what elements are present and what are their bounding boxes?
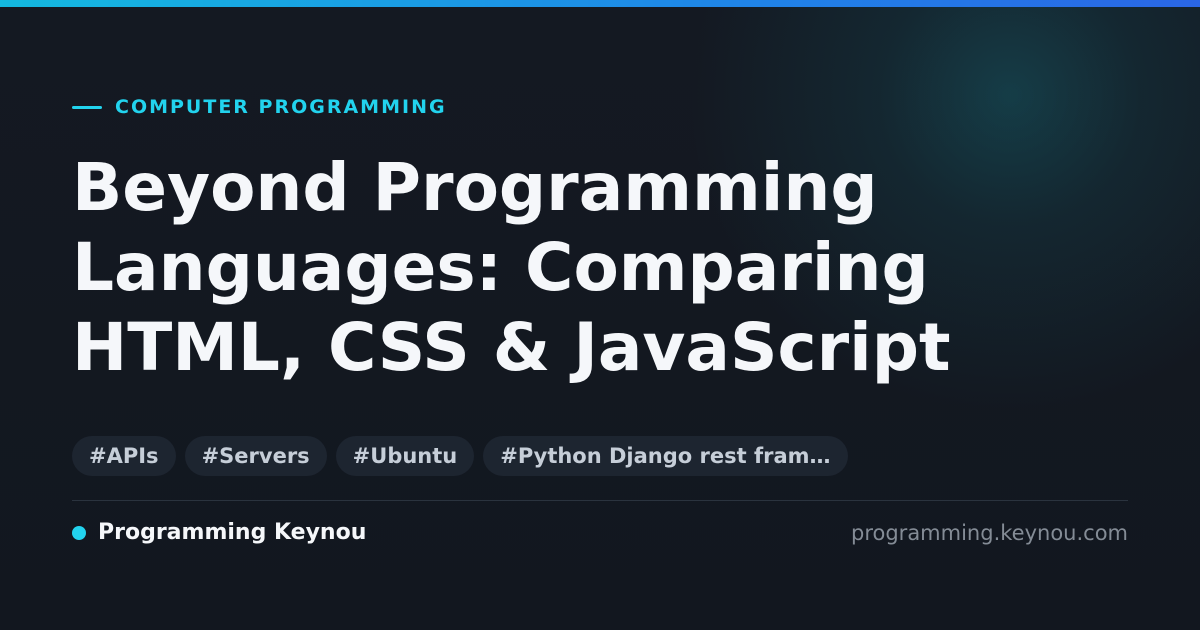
- footer-divider: [72, 500, 1128, 501]
- tag-python-django: #Python Django rest fram…: [483, 436, 848, 476]
- brand: Programming Keynou: [72, 519, 366, 547]
- brand-name: Programming Keynou: [98, 520, 367, 545]
- tag-apis: #APIs: [72, 436, 176, 476]
- tag-ubuntu: #Ubuntu: [335, 436, 475, 476]
- brand-dot-icon: [72, 526, 86, 540]
- share-card: COMPUTER PROGRAMMING Beyond Programming …: [0, 0, 1200, 630]
- tag-list: #APIs #Servers #Ubuntu #Python Django re…: [72, 436, 848, 476]
- category-label: COMPUTER PROGRAMMING: [72, 96, 447, 118]
- category-accent-line: [72, 105, 102, 109]
- title-line-2: Languages: Comparing: [72, 229, 929, 306]
- tag-servers: #Servers: [184, 436, 327, 476]
- page-title: Beyond Programming Languages: Comparing …: [72, 148, 1132, 388]
- title-line-1: Beyond Programming: [72, 149, 878, 226]
- title-line-3: HTML, CSS & JavaScript: [72, 309, 951, 386]
- top-accent-bar: [0, 0, 1200, 7]
- site-url: programming.keynou.com: [851, 521, 1128, 545]
- category-text: COMPUTER PROGRAMMING: [115, 96, 447, 118]
